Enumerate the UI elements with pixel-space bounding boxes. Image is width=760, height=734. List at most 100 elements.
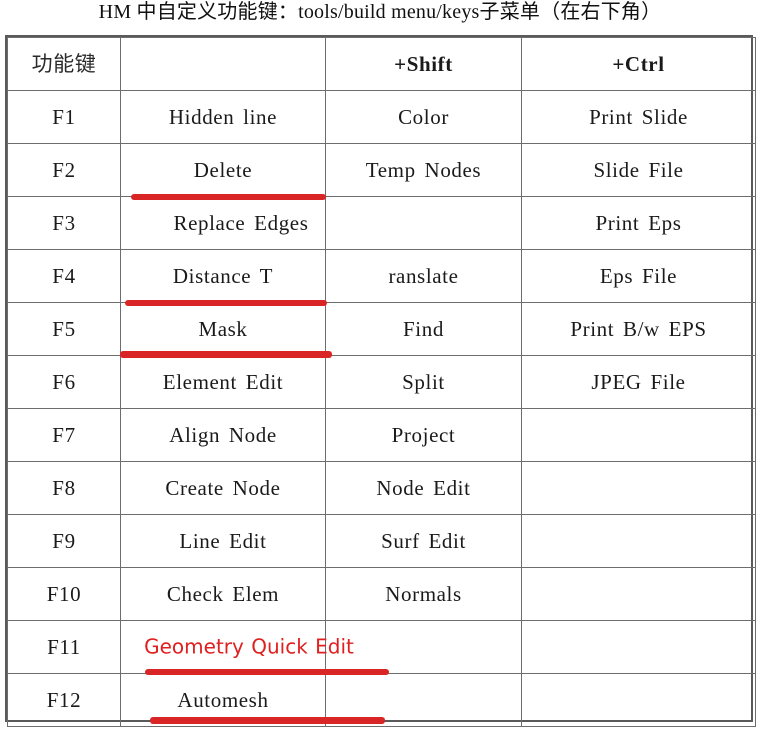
command-ctrl bbox=[521, 673, 756, 727]
command-shift-f8: Node Edit bbox=[376, 475, 471, 500]
command-ctrl-f6: JPEG File bbox=[591, 369, 686, 394]
key-name-f10: F10 bbox=[46, 581, 82, 606]
header-label-function-key: 功能键 bbox=[31, 51, 97, 76]
command-shift: Normals bbox=[325, 567, 522, 621]
table-row: F11 Geometry Quick Edit bbox=[7, 620, 756, 675]
table-row: F12 Automesh bbox=[7, 673, 756, 727]
header-cell-ctrl: +Ctrl bbox=[521, 37, 756, 91]
command-plain: Check Elem bbox=[120, 567, 326, 621]
command-shift bbox=[325, 196, 522, 250]
command-plain: Create Node bbox=[120, 461, 326, 515]
table-row: F9 Line Edit Surf Edit bbox=[7, 514, 756, 568]
command-plain: Line Edit bbox=[120, 514, 326, 568]
command-plain: Delete bbox=[120, 143, 326, 200]
command-ctrl-f2: Slide File bbox=[593, 157, 684, 182]
command-shift: Color bbox=[325, 90, 522, 144]
command-plain: Element Edit bbox=[120, 355, 326, 409]
table-row: F2 Delete Temp Nodes Slide File bbox=[7, 143, 756, 200]
key-label: F11 bbox=[7, 620, 121, 674]
command-ctrl bbox=[521, 620, 756, 674]
command-shift bbox=[325, 673, 522, 727]
table-row: F6 Element Edit Split JPEG File bbox=[7, 355, 756, 409]
command-ctrl-f5: Print B/w EPS bbox=[570, 316, 707, 341]
key-label: F9 bbox=[7, 514, 121, 568]
header-cell-plain bbox=[120, 37, 326, 91]
function-keys-table-container: 功能键 +Shift +Ctrl F1 Hidden line Color Pr… bbox=[5, 35, 756, 727]
key-label: F7 bbox=[7, 408, 121, 462]
command-shift-f5: Find bbox=[403, 316, 444, 341]
command-plain: Align Node bbox=[120, 408, 326, 462]
table-row: F7 Align Node Project bbox=[7, 408, 756, 462]
command-ctrl bbox=[521, 514, 756, 568]
key-label: F3 bbox=[7, 196, 121, 250]
table-row: F5 Mask Find Print B/w EPS bbox=[7, 302, 756, 358]
table-row: F10 Check Elem Normals bbox=[7, 567, 756, 621]
command-ctrl: Print B/w EPS bbox=[521, 302, 756, 356]
key-label: F5 bbox=[7, 302, 121, 356]
key-name-f7: F7 bbox=[52, 422, 76, 447]
command-plain-f2: Delete bbox=[193, 157, 253, 182]
command-ctrl: Slide File bbox=[521, 143, 756, 197]
command-plain-f7: Align Node bbox=[169, 422, 277, 447]
command-ctrl-f4: Eps File bbox=[599, 263, 678, 288]
function-keys-table: 功能键 +Shift +Ctrl F1 Hidden line Color Pr… bbox=[7, 37, 756, 727]
key-label: F8 bbox=[7, 461, 121, 515]
command-shift-f2: Temp Nodes bbox=[365, 157, 482, 182]
command-ctrl: JPEG File bbox=[521, 355, 756, 409]
header-label-ctrl: +Ctrl bbox=[612, 51, 665, 76]
command-ctrl: Print Slide bbox=[521, 90, 756, 144]
key-name-f11: F11 bbox=[47, 634, 81, 659]
key-name-f2: F2 bbox=[52, 157, 76, 182]
command-plain-f4: Distance T bbox=[172, 263, 274, 288]
command-ctrl bbox=[521, 461, 756, 515]
command-plain: Hidden line bbox=[120, 90, 326, 144]
command-plain: Mask bbox=[120, 302, 332, 358]
command-shift: Project bbox=[325, 408, 522, 462]
command-plain-f6: Element Edit bbox=[162, 369, 284, 394]
key-name-f12: F12 bbox=[46, 687, 82, 712]
command-shift-f10: Normals bbox=[385, 581, 462, 606]
command-ctrl-f1: Print Slide bbox=[589, 104, 688, 129]
command-plain-f8: Create Node bbox=[165, 475, 281, 500]
key-name-f9: F9 bbox=[52, 528, 76, 553]
key-name-f6: F6 bbox=[52, 369, 76, 394]
command-plain: Geometry Quick Edit bbox=[120, 620, 389, 675]
command-shift: Node Edit bbox=[325, 461, 522, 515]
command-plain-f3: Replace Edges bbox=[173, 210, 309, 235]
command-plain: Automesh bbox=[120, 673, 385, 727]
table-row: F4 Distance T ranslate Eps File bbox=[7, 249, 756, 306]
key-name-f5: F5 bbox=[52, 316, 76, 341]
command-shift-f9: Surf Edit bbox=[381, 528, 466, 553]
command-shift: Surf Edit bbox=[325, 514, 522, 568]
command-plain-f11: Geometry Quick Edit bbox=[144, 634, 354, 659]
command-shift: ranslate bbox=[325, 249, 522, 303]
command-shift: Split bbox=[325, 355, 522, 409]
table-row: F8 Create Node Node Edit bbox=[7, 461, 756, 515]
key-label: F10 bbox=[7, 567, 121, 621]
command-shift: Find bbox=[325, 302, 522, 356]
key-label: F4 bbox=[7, 249, 121, 303]
command-plain-f10: Check Elem bbox=[166, 581, 280, 606]
command-shift-f4: ranslate bbox=[388, 263, 459, 288]
key-name-f8: F8 bbox=[52, 475, 76, 500]
command-shift bbox=[325, 620, 522, 674]
header-label-shift: +Shift bbox=[394, 51, 453, 76]
table-row: F3 Replace Edges Print Eps bbox=[7, 196, 756, 250]
command-ctrl bbox=[521, 567, 756, 621]
command-plain: Replace Edges bbox=[120, 196, 326, 250]
command-shift: Temp Nodes bbox=[325, 143, 522, 197]
key-label: F1 bbox=[7, 90, 121, 144]
command-ctrl: Eps File bbox=[521, 249, 756, 303]
header-cell-function-key: 功能键 bbox=[7, 37, 121, 91]
page-title: HM 中自定义功能键：tools/build menu/keys子菜单（在右下角… bbox=[98, 1, 662, 23]
command-shift-f1: Color bbox=[398, 104, 449, 129]
command-plain-f5: Mask bbox=[198, 316, 248, 341]
command-ctrl-f3: Print Eps bbox=[595, 210, 682, 235]
key-name-f1: F1 bbox=[52, 104, 76, 129]
command-shift-f6: Split bbox=[402, 369, 445, 394]
command-ctrl: Print Eps bbox=[521, 196, 756, 250]
table-header-row: 功能键 +Shift +Ctrl bbox=[7, 37, 756, 91]
command-plain-f9: Line Edit bbox=[179, 528, 267, 553]
command-ctrl bbox=[521, 408, 756, 462]
key-name-f3: F3 bbox=[52, 210, 76, 235]
